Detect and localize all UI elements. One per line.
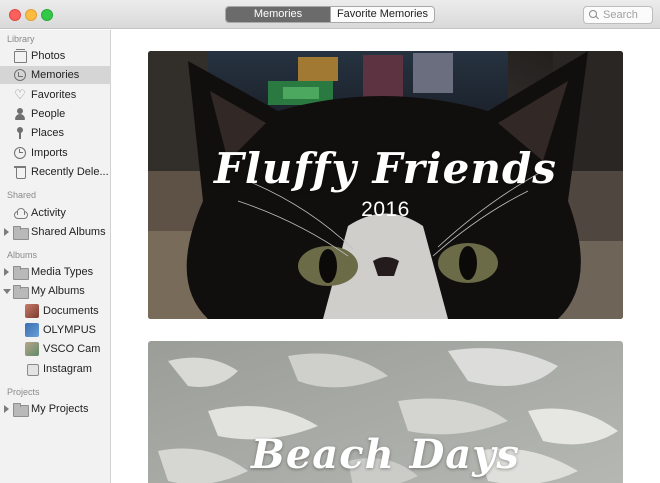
sidebar-item-places[interactable]: Places (0, 124, 111, 142)
memory-title: Fluffy Friends (214, 144, 557, 193)
sidebar-item-photos[interactable]: Photos (0, 47, 111, 65)
sidebar-item-label: Instagram (43, 363, 92, 375)
section-shared: Shared (7, 190, 37, 200)
sidebar-item-people[interactable]: People (0, 105, 111, 123)
minimize-button[interactable] (25, 9, 37, 21)
cloud-icon (13, 206, 28, 220)
search-icon (589, 10, 599, 20)
album-thumbnail-icon (25, 304, 39, 318)
sidebar-item-my-projects[interactable]: My Projects (0, 400, 111, 418)
sidebar-item-label: Documents (43, 305, 99, 317)
album-thumbnail-icon (25, 323, 39, 337)
section-projects: Projects (7, 387, 40, 397)
disclosure-triangle-icon[interactable] (4, 228, 9, 236)
title-bar: Memories Favorite Memories Search (0, 0, 660, 29)
memories-grid: Fluffy Friends 2016 Beach Days (112, 30, 660, 483)
pin-icon (13, 126, 27, 140)
sidebar-item-imports[interactable]: Imports (0, 144, 111, 162)
sidebar-item-vsco-cam[interactable]: VSCO Cam (0, 340, 111, 358)
section-library: Library (7, 34, 35, 44)
sidebar-item-label: Photos (31, 50, 66, 62)
section-albums: Albums (7, 250, 38, 260)
memories-segmented-control: Memories Favorite Memories (225, 6, 435, 23)
sidebar-item-label: Activity (31, 207, 66, 219)
clock-icon (13, 146, 27, 160)
folder-icon (13, 265, 29, 280)
sidebar-item-label: Shared Albums (31, 226, 106, 238)
memories-icon (13, 68, 27, 82)
sidebar-item-label: VSCO Cam (43, 343, 101, 355)
sidebar-item-recently-deleted[interactable]: Recently Dele... (0, 163, 111, 181)
album-thumbnail-icon (25, 342, 39, 356)
sidebar-item-label: My Projects (31, 403, 89, 415)
search-field[interactable]: Search (583, 6, 653, 24)
sidebar-item-label: Media Types (31, 266, 94, 278)
person-icon (13, 107, 27, 121)
sidebar-item-label: People (31, 108, 66, 120)
sidebar-item-memories[interactable]: Memories (0, 66, 111, 84)
sidebar-item-label: Places (31, 127, 65, 139)
sidebar-item-olympus[interactable]: OLYMPUS (0, 321, 111, 339)
empty-album-icon (25, 362, 39, 376)
close-button[interactable] (9, 9, 21, 21)
sidebar-item-label: Imports (31, 147, 68, 159)
memory-title: Beach Days (251, 431, 520, 478)
sidebar-item-documents[interactable]: Documents (0, 302, 111, 320)
photos-window: Memories Favorite Memories Search Librar… (0, 0, 660, 483)
sidebar-item-label: OLYMPUS (43, 324, 96, 336)
zoom-button[interactable] (41, 9, 53, 21)
sidebar-item-media-types[interactable]: Media Types (0, 263, 111, 281)
sidebar-item-shared-albums[interactable]: Shared Albums (0, 223, 111, 241)
sidebar-item-label: Memories (31, 69, 80, 81)
disclosure-triangle-open-icon[interactable] (3, 289, 11, 294)
folder-icon (13, 402, 29, 417)
search-placeholder: Search (603, 9, 638, 21)
sidebar-item-label: Favorites (31, 89, 77, 101)
sidebar-item-label: Recently Dele... (31, 166, 109, 178)
tab-favorite-memories[interactable]: Favorite Memories (330, 7, 434, 22)
folder-icon (13, 284, 29, 299)
sidebar-item-label: My Albums (31, 285, 85, 297)
sidebar: Library Photos Memories ♡ Favorites Peop… (0, 30, 111, 483)
memory-card[interactable]: Beach Days (148, 341, 623, 483)
disclosure-triangle-icon[interactable] (4, 405, 9, 413)
sidebar-item-instagram[interactable]: Instagram (0, 360, 111, 378)
tab-memories[interactable]: Memories (226, 7, 330, 22)
sidebar-item-favorites[interactable]: ♡ Favorites (0, 86, 111, 104)
photos-icon (13, 49, 27, 63)
sidebar-item-activity[interactable]: Activity (0, 204, 111, 222)
memory-card[interactable]: Fluffy Friends 2016 (148, 51, 623, 319)
memory-subtitle: 2016 (361, 198, 410, 221)
heart-icon: ♡ (14, 87, 26, 102)
sidebar-item-my-albums[interactable]: My Albums (0, 282, 111, 300)
disclosure-triangle-icon[interactable] (4, 268, 9, 276)
folder-icon (13, 225, 29, 240)
trash-icon (13, 165, 27, 179)
